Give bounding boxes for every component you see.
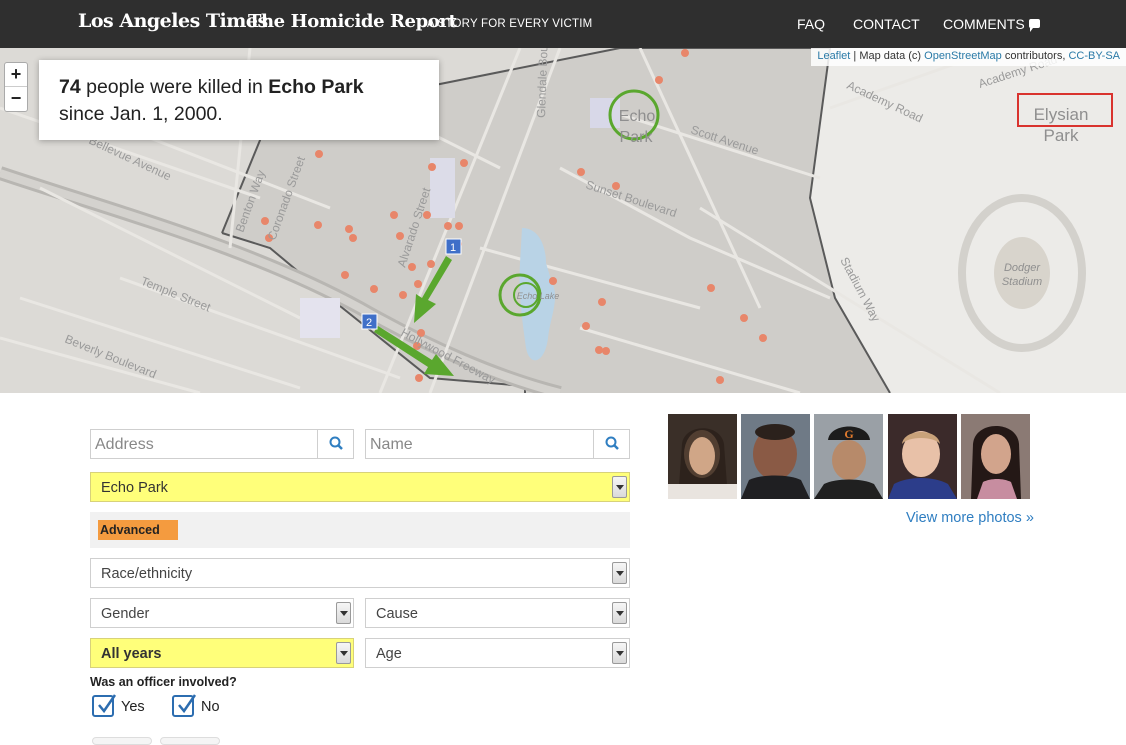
chevron-down-icon <box>612 642 627 664</box>
zoom-in-button[interactable]: + <box>5 63 27 87</box>
marker-1: 1 <box>445 238 462 255</box>
site-tagline: A STORY FOR EVERY VICTIM <box>427 18 593 30</box>
label-stadium: Stadium <box>1002 276 1042 288</box>
label-dodger: Dodger <box>1004 262 1041 274</box>
name-search-button[interactable] <box>593 430 629 458</box>
leaflet-link[interactable]: Leaflet <box>817 50 850 62</box>
address-placeholder: Address <box>95 436 154 453</box>
victim-photo[interactable] <box>741 414 810 499</box>
street-label: Temple Street <box>139 274 214 315</box>
victim-photo-image: G <box>814 414 883 499</box>
summary-text: people were killed in <box>80 76 269 98</box>
age-select-value: Age <box>376 646 402 662</box>
gender-select-value: Gender <box>101 606 150 622</box>
nav-contact[interactable]: CONTACT <box>853 16 920 32</box>
marker-2-label: 2 <box>366 317 372 329</box>
park-block <box>300 298 340 338</box>
victim-photo-image <box>961 414 1030 499</box>
checkmark-icon <box>178 694 197 714</box>
officer-question: Was an officer involved? <box>90 675 237 689</box>
map-attribution: Leaflet | Map data (c) OpenStreetMap con… <box>811 48 1126 66</box>
label-echo: Echo <box>619 108 656 125</box>
officer-no-checkbox[interactable] <box>172 694 197 717</box>
summary-box: 74 people were killed in Echo Park since… <box>39 60 439 140</box>
officer-yes-checkbox[interactable] <box>92 694 117 717</box>
label-elysian-park: Park <box>1044 126 1079 145</box>
marker-2: 2 <box>361 313 378 330</box>
name-placeholder: Name <box>370 436 413 453</box>
label-echo-park: Park <box>620 129 654 146</box>
summary-line-1: 74 people were killed in Echo Park <box>59 74 419 101</box>
search-icon <box>605 436 619 450</box>
svg-text:G: G <box>844 427 853 441</box>
label-echo-lake: Echo Lake <box>517 291 560 301</box>
chevron-down-icon <box>336 642 351 664</box>
cause-select[interactable]: Cause <box>365 598 630 628</box>
victim-photo[interactable]: G <box>814 414 883 499</box>
victim-photo[interactable] <box>961 414 1030 499</box>
victim-photo-image <box>741 414 810 499</box>
race-select[interactable]: Race/ethnicity <box>90 558 630 588</box>
victim-photo-image <box>668 414 737 499</box>
name-input[interactable]: Name <box>365 429 630 459</box>
license-link[interactable]: CC-BY-SA <box>1068 50 1120 62</box>
advanced-button[interactable]: Advanced <box>98 520 178 540</box>
checkmark-icon <box>98 694 117 714</box>
button-stub[interactable] <box>160 737 220 745</box>
nav-faq[interactable]: FAQ <box>797 16 825 32</box>
marker-1-label: 1 <box>450 242 456 254</box>
attribution-text: contributors, <box>1001 50 1069 62</box>
race-select-value: Race/ethnicity <box>101 566 193 582</box>
address-search-button[interactable] <box>317 430 353 458</box>
chevron-down-icon <box>612 602 627 624</box>
cause-select-value: Cause <box>376 606 418 622</box>
top-bar: Los Angeles Times The Homicide Report A … <box>0 0 1126 48</box>
year-select-value: All years <box>101 646 162 662</box>
osm-link[interactable]: OpenStreetMap <box>924 50 1002 62</box>
neighborhood-select-value: Echo Park <box>101 480 168 496</box>
victim-photo[interactable] <box>668 414 737 499</box>
chevron-down-icon <box>612 476 627 498</box>
victim-photo-image <box>888 414 957 499</box>
brand-logo[interactable]: Los Angeles Times <box>78 10 268 32</box>
park-block <box>590 98 620 128</box>
summary-line-2: since Jan. 1, 2000. <box>59 103 223 125</box>
nav-comments-label: COMMENTS <box>943 16 1025 32</box>
search-icon <box>329 436 343 450</box>
year-select[interactable]: All years <box>90 638 354 668</box>
officer-yes-label[interactable]: Yes <box>121 699 145 715</box>
victim-count: 74 <box>59 76 81 98</box>
chevron-down-icon <box>336 602 351 624</box>
advanced-bar: Advanced <box>90 512 630 548</box>
address-input[interactable]: Address <box>90 429 354 459</box>
gender-select[interactable]: Gender <box>90 598 354 628</box>
officer-no-label[interactable]: No <box>201 699 220 715</box>
victim-photo[interactable] <box>888 414 957 499</box>
neighborhood-select[interactable]: Echo Park <box>90 472 630 502</box>
label-elysian: Elysian <box>1034 105 1089 124</box>
age-select[interactable]: Age <box>365 638 630 668</box>
chevron-down-icon <box>612 562 627 584</box>
button-stub[interactable] <box>92 737 152 745</box>
attribution-text: | Map data (c) <box>850 50 925 62</box>
comment-bubble-icon <box>1028 19 1040 32</box>
site-title[interactable]: The Homicide Report <box>248 11 457 32</box>
zoom-control: + − <box>4 62 28 112</box>
neighborhood-name: Echo Park <box>268 76 364 98</box>
nav-comments[interactable]: COMMENTS <box>943 16 1040 32</box>
map[interactable]: 1 2 Echo Park Elysian Park Dodger Stadiu… <box>0 48 1126 393</box>
zoom-out-button[interactable]: − <box>5 87 27 111</box>
view-more-photos-link[interactable]: View more photos » <box>906 510 1034 526</box>
